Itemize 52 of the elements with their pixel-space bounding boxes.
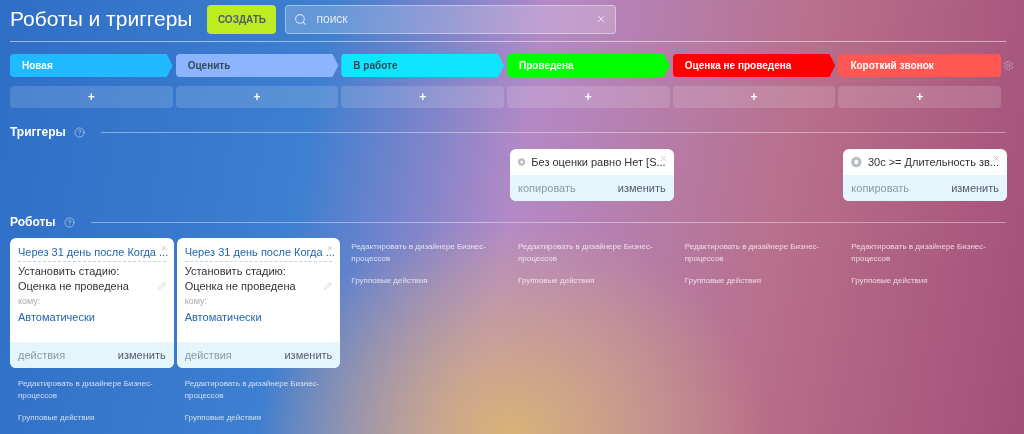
column-link[interactable]: Групповые действия [851,275,1002,287]
robot-action: Установить стадию: Оценка не проведена [184,263,297,294]
column-link[interactable]: Групповые действия [684,275,835,287]
edit-link[interactable]: изменить [284,346,333,364]
add-button[interactable]: + [341,86,504,108]
stage-tab[interactable]: Новая [10,54,173,77]
recipient-link[interactable]: Автоматически [184,309,333,326]
close-icon[interactable] [159,244,168,252]
robot-title[interactable]: Через 31 день после Когда ... [18,244,166,262]
stage-tab[interactable]: Оценить [175,54,339,77]
edit-link[interactable]: изменить [951,179,999,197]
search-icon [294,12,308,26]
column-link[interactable]: Групповые действия [18,412,168,424]
edit-link[interactable]: изменить [117,346,166,364]
stage-tab[interactable]: В работе [341,54,504,77]
column-link[interactable]: Редактировать в дизайнере Бизнес-процессов [684,241,835,265]
create-button[interactable]: СОЗДАТЬ [207,4,277,34]
search-field[interactable]: поиск [285,4,617,34]
add-button[interactable]: + [507,86,670,108]
pencil-icon[interactable] [157,281,166,290]
section-title: Триггеры [10,124,66,141]
help-icon[interactable] [63,216,75,228]
trigger-icon [851,156,862,168]
robot-title[interactable]: Через 31 день после Когда ... [184,244,333,262]
trigger-text[interactable]: Без оценки равно Нет [S... [531,153,666,171]
add-button[interactable]: + [838,86,1002,108]
column-link[interactable]: Групповые действия [518,275,668,287]
robot-action: Установить стадию: Оценка не проведена [18,263,130,294]
column-link[interactable]: Редактировать в дизайнере Бизнес-процессов [851,241,1002,265]
stage-tab[interactable]: Оценка не проведена [672,54,836,77]
column-link[interactable]: Групповые действия [351,275,502,287]
recipient-link[interactable]: Автоматически [18,309,166,326]
edit-link[interactable]: изменить [617,179,666,197]
close-icon[interactable] [326,244,335,252]
help-icon[interactable] [73,126,85,138]
section-title: Роботы [10,214,56,231]
add-button[interactable]: + [10,86,173,108]
column-link[interactable]: Редактировать в дизайнере Бизнес-процессов [518,241,668,265]
pencil-icon[interactable] [324,281,333,290]
column-link[interactable]: Редактировать в дизайнере Бизнес-процессов [18,378,168,402]
column-link[interactable]: Редактировать в дизайнере Бизнес-процессов [351,241,502,265]
page-title: Роботы и триггеры [10,6,193,33]
column-link[interactable]: Групповые действия [184,412,335,424]
recipient-label: кому: [184,294,208,308]
settings-icon[interactable] [1003,60,1014,71]
add-button[interactable]: + [672,86,836,108]
add-button[interactable]: + [175,86,339,108]
trigger-text[interactable]: 30с >= Длительность зв... [867,153,999,171]
column-link[interactable]: Редактировать в дизайнере Бизнес-процессов [184,378,335,402]
recipient-label: кому: [18,294,42,308]
trigger-icon [518,156,526,168]
stage-tab[interactable]: Короткий звонок [838,54,1002,77]
